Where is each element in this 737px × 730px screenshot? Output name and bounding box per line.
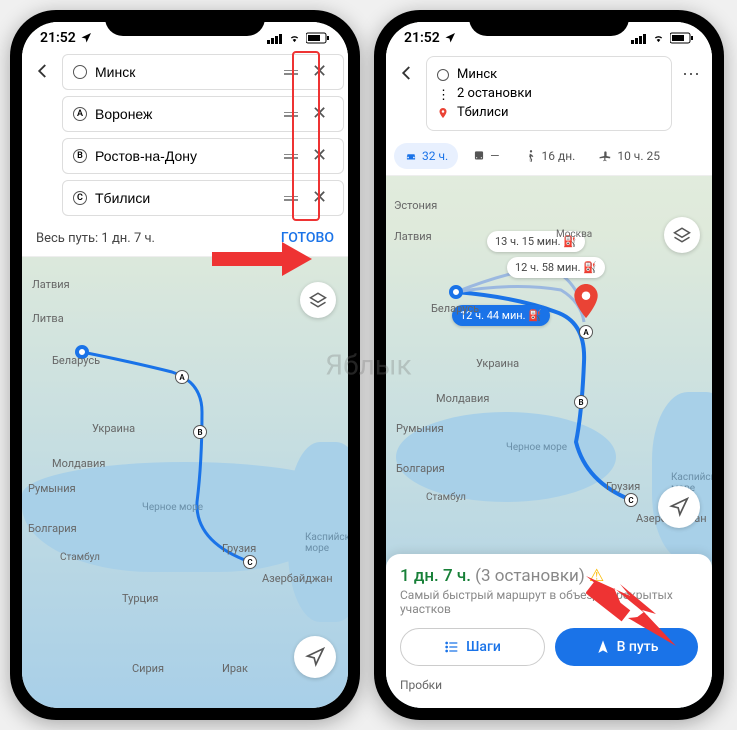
stop-input-origin[interactable]	[95, 64, 276, 80]
map-label: Латвия	[394, 230, 432, 243]
stop-input-c[interactable]	[95, 190, 276, 206]
list-icon	[444, 639, 460, 655]
route-summary-card[interactable]: Минск ⋮ 2 остановки Тбилиси	[426, 56, 672, 131]
location-icon	[444, 32, 456, 44]
map-label: Грузия	[222, 542, 256, 555]
steps-button[interactable]: Шаги	[400, 628, 545, 666]
map-label: Беларусь	[52, 354, 100, 367]
waypoint-c: C	[624, 493, 638, 507]
drag-handle-icon[interactable]	[284, 70, 298, 75]
destination-marker-icon	[437, 107, 449, 119]
map-label: Эстония	[394, 199, 437, 212]
map-label: Молдавия	[436, 392, 489, 405]
map-label: Каспийское море	[305, 532, 348, 554]
stop-row-c: C ✕	[62, 180, 344, 216]
route-origin-dot	[449, 285, 463, 299]
map-label: Турция	[122, 592, 158, 605]
traffic-label: Пробки	[400, 678, 698, 692]
annotation-arrow	[212, 242, 312, 280]
map-label: Латвия	[32, 278, 70, 291]
wifi-icon	[651, 33, 666, 44]
annotation-arrow	[586, 576, 676, 650]
recenter-button[interactable]	[658, 486, 700, 528]
mode-tab-transit[interactable]: —	[462, 143, 509, 169]
map-label: Москва	[556, 229, 592, 240]
status-time: 21:52	[404, 30, 440, 46]
close-icon[interactable]: ✕	[306, 189, 333, 207]
location-icon	[80, 32, 92, 44]
battery-icon	[670, 32, 694, 44]
map-label: Черное море	[142, 502, 203, 513]
waypoint-c-marker-icon: C	[73, 191, 87, 205]
map-label: Молдавия	[52, 457, 105, 470]
destination-pin-icon	[573, 284, 599, 322]
map-label: Украина	[92, 422, 135, 435]
plane-icon	[599, 149, 613, 163]
waypoint-c: C	[243, 555, 257, 569]
mode-tab-walk[interactable]: 16 дн.	[514, 143, 586, 169]
phone-right: A B C 13 ч. 15 мин. ⛽ 12 ч. 58 мин. ⛽ 12…	[374, 10, 724, 720]
waypoint-a-marker-icon: A	[73, 107, 87, 121]
map-label: Грузия	[606, 480, 640, 493]
map-label: Болгария	[396, 462, 445, 475]
travel-mode-tabs: 32 ч. — 16 дн. 10 ч. 25	[386, 137, 712, 175]
notch	[469, 10, 629, 36]
back-button[interactable]	[394, 56, 420, 94]
waypoint-a: A	[579, 325, 593, 339]
wifi-icon	[287, 33, 302, 44]
stop-input-a[interactable]	[95, 106, 276, 122]
menu-button[interactable]: ⋯	[678, 56, 704, 93]
drag-handle-icon[interactable]	[284, 112, 298, 117]
map-label: Стамбул	[60, 552, 100, 563]
map-label: Ирак	[222, 662, 248, 675]
route-origin: Минск	[457, 67, 497, 82]
route-destination: Тбилиси	[457, 105, 509, 120]
close-icon[interactable]: ✕	[306, 63, 333, 81]
phone-left: A B C Латвия Литва Беларусь Украина Молд…	[10, 10, 360, 720]
map-label: Черное море	[506, 442, 567, 453]
map-label: Стамбул	[426, 492, 466, 503]
stop-row-b: B ✕	[62, 138, 344, 174]
waypoint-b: B	[574, 395, 588, 409]
waypoint-a: A	[175, 370, 189, 384]
back-button[interactable]	[30, 54, 56, 92]
map-label: Азербайджан	[262, 572, 333, 585]
origin-marker-icon	[437, 69, 449, 81]
walk-icon	[524, 149, 538, 163]
map-label: Сирия	[132, 662, 164, 675]
route-stops: 2 остановки	[457, 86, 532, 101]
battery-icon	[306, 32, 330, 44]
status-time: 21:52	[40, 30, 76, 46]
origin-marker-icon	[73, 65, 87, 79]
car-icon	[404, 149, 418, 163]
drag-handle-icon[interactable]	[284, 154, 298, 159]
route-alt-bubble[interactable]: 12 ч. 58 мин. ⛽	[507, 257, 605, 278]
waypoint-b-marker-icon: B	[73, 149, 87, 163]
close-icon[interactable]: ✕	[306, 105, 333, 123]
map-label: Румыния	[28, 482, 76, 495]
notch	[105, 10, 265, 36]
map-label: Болгария	[28, 522, 77, 535]
stops-marker-icon: ⋮	[437, 88, 449, 100]
map-label: Литва	[32, 312, 64, 325]
map-label: Беларусь	[431, 302, 479, 315]
waypoint-b: B	[193, 425, 207, 439]
recenter-button[interactable]	[294, 636, 336, 678]
mode-tab-plane[interactable]: 10 ч. 25	[589, 143, 670, 169]
layers-button[interactable]	[664, 217, 700, 253]
mode-tab-car[interactable]: 32 ч.	[394, 143, 458, 169]
stop-row-a: A ✕	[62, 96, 344, 132]
close-icon[interactable]: ✕	[306, 147, 333, 165]
signal-icon	[267, 33, 283, 44]
map-label: Румыния	[396, 422, 444, 435]
route-summary: Весь путь: 1 дн. 7 ч.	[36, 231, 155, 246]
drag-handle-icon[interactable]	[284, 196, 298, 201]
stop-input-b[interactable]	[95, 148, 276, 164]
signal-icon	[631, 33, 647, 44]
stop-row-origin: ✕	[62, 54, 344, 90]
transit-icon	[472, 149, 486, 163]
layers-button[interactable]	[300, 282, 336, 318]
map-label: Украина	[476, 357, 519, 370]
